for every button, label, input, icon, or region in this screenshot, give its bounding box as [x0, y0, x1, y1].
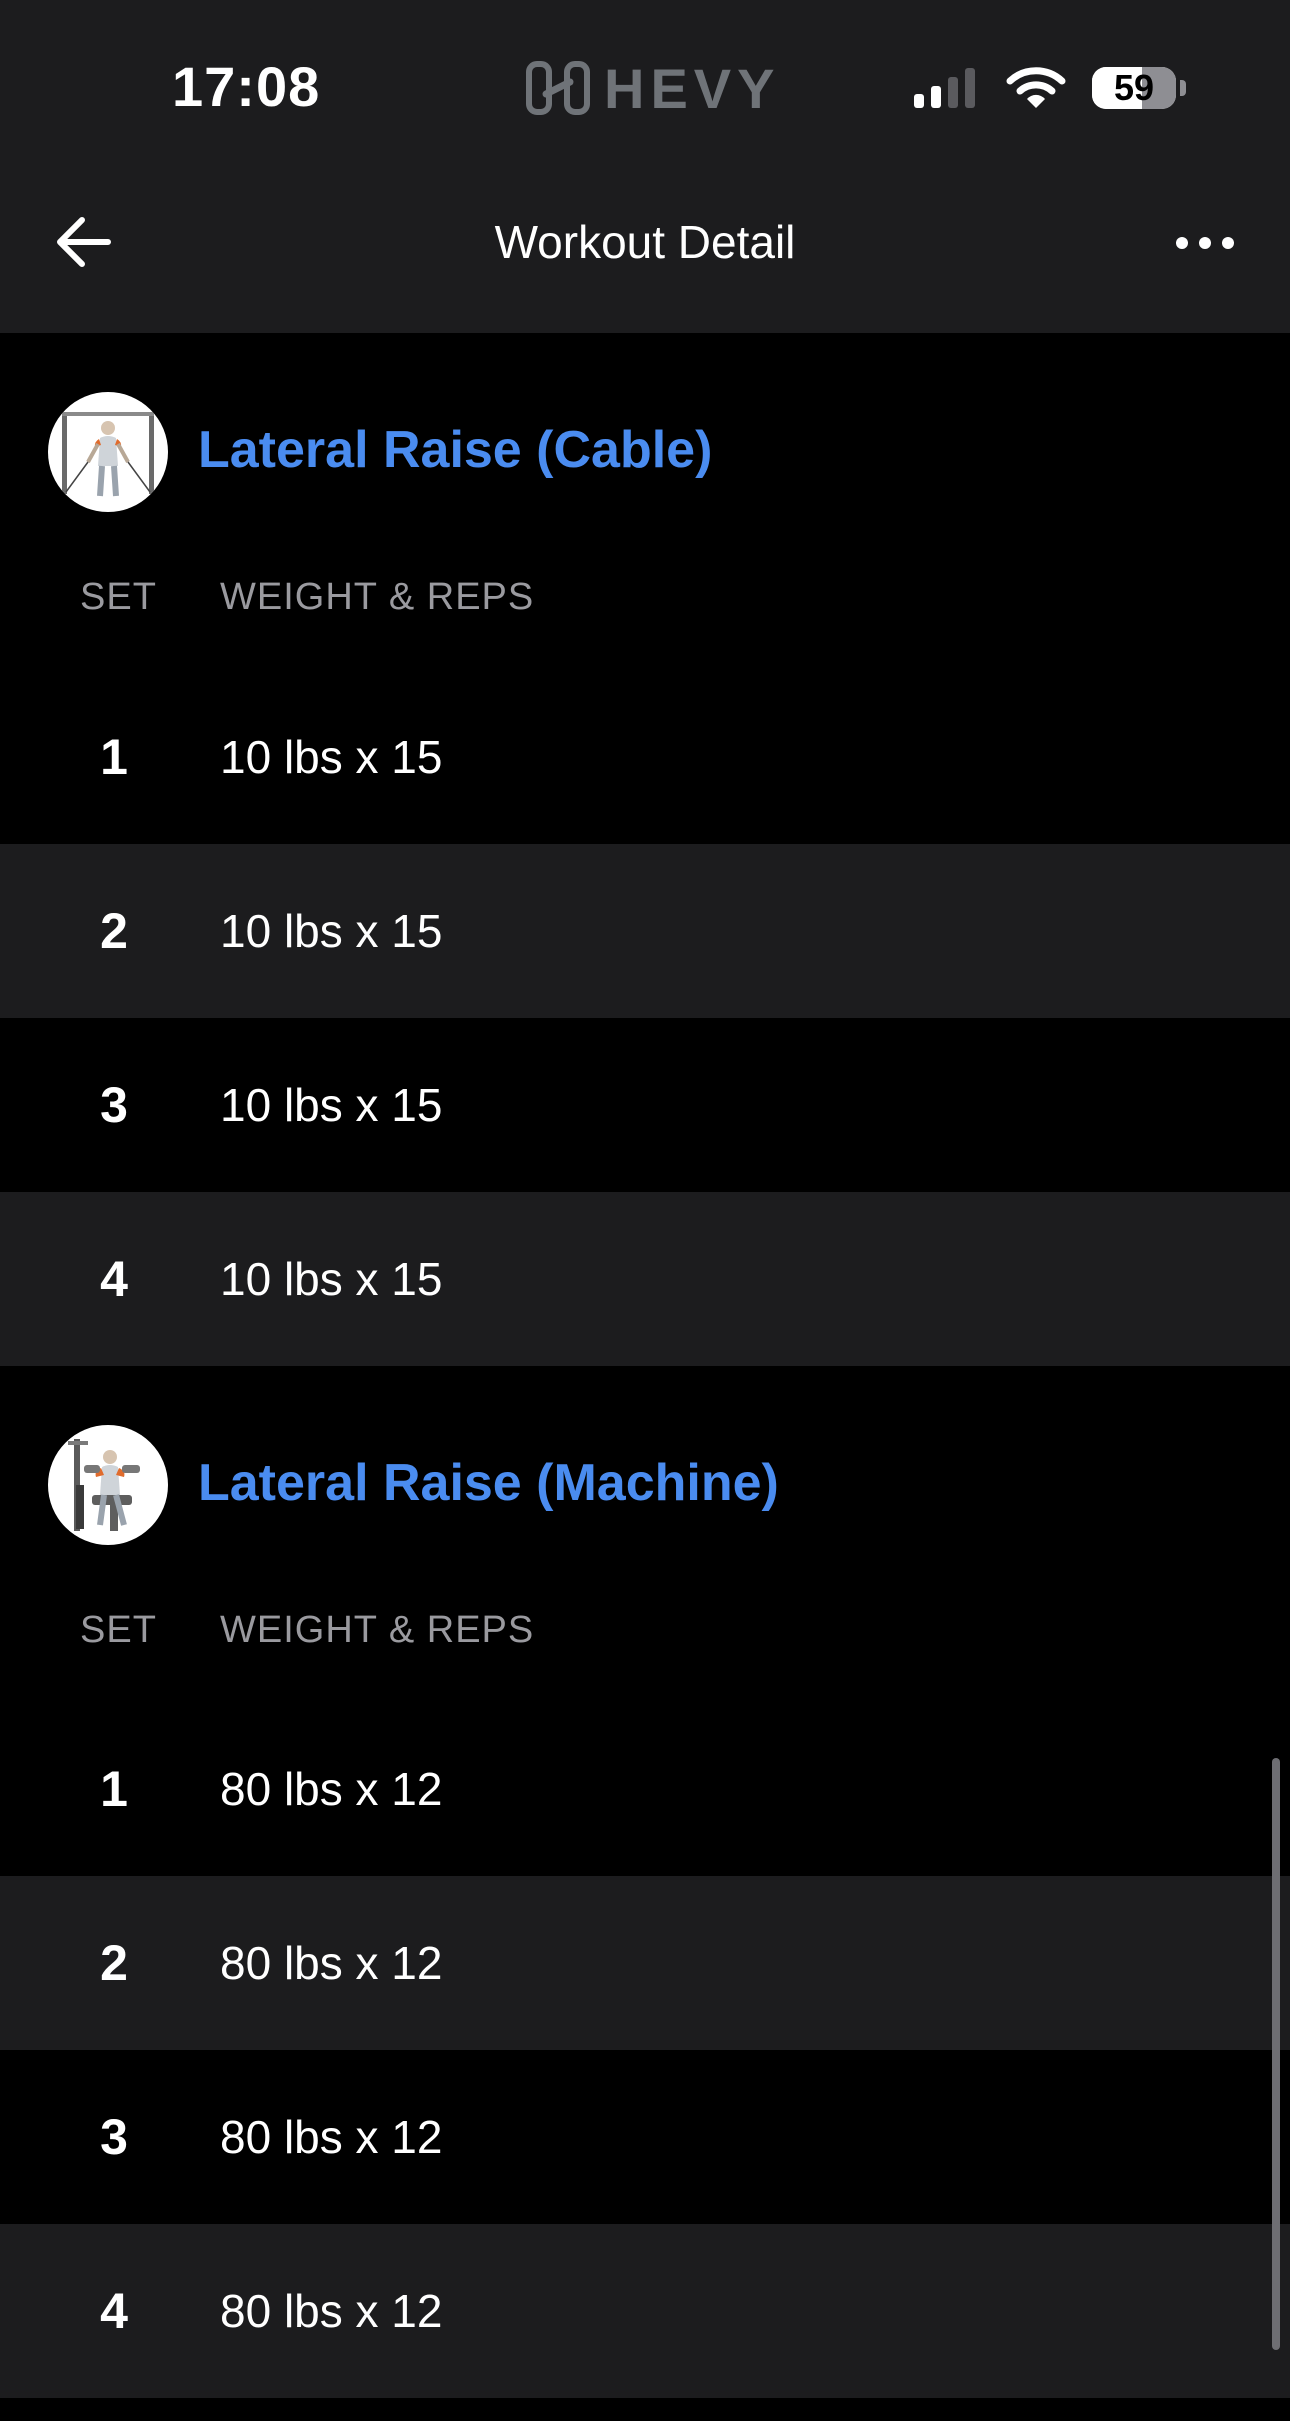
- column-header-weight-reps: WEIGHT & REPS: [220, 1609, 535, 1651]
- column-header-set: SET: [80, 1609, 157, 1651]
- vertical-scrollbar[interactable]: [1272, 1758, 1280, 2350]
- set-row: 2 10 lbs x 15: [0, 844, 1290, 1018]
- cellular-signal-icon: [914, 68, 975, 108]
- cable-lateral-raise-illustration[interactable]: [48, 392, 168, 512]
- set-row: 4 80 lbs x 12: [0, 2224, 1290, 2398]
- set-row: 2 80 lbs x 12: [0, 1876, 1290, 2050]
- set-row: 4 10 lbs x 15: [0, 1192, 1290, 1366]
- column-header-weight-reps: WEIGHT & REPS: [220, 576, 535, 618]
- exercise-header: Lateral Raise (Machine): [0, 1400, 1290, 1550]
- set-number: 3: [100, 2109, 128, 2165]
- set-row: 1 10 lbs x 15: [0, 670, 1290, 844]
- set-number: 4: [100, 1251, 128, 1307]
- weight-reps-value: 10 lbs x 15: [220, 1079, 443, 1131]
- status-time: 17:08: [172, 55, 321, 118]
- weight-reps-value: 10 lbs x 15: [220, 731, 443, 783]
- set-number: 1: [100, 729, 128, 785]
- exercise-title[interactable]: Lateral Raise (Machine): [198, 1443, 779, 1523]
- set-row: 1 80 lbs x 12: [0, 1702, 1290, 1876]
- set-row: 3 10 lbs x 15: [0, 1018, 1290, 1192]
- weight-reps-value: 10 lbs x 15: [220, 905, 443, 957]
- status-icons: 59: [910, 58, 1186, 118]
- column-header-set: SET: [80, 576, 157, 618]
- app-logo: HEVY: [526, 56, 781, 120]
- battery-level: 59: [1113, 67, 1155, 108]
- more-options-button[interactable]: [1170, 215, 1240, 271]
- set-number: 4: [100, 2283, 128, 2339]
- battery-icon: 59: [1092, 67, 1186, 109]
- weight-reps-value: 80 lbs x 12: [220, 2285, 443, 2337]
- wifi-icon: [1006, 67, 1066, 108]
- weight-reps-value: 80 lbs x 12: [220, 1763, 443, 1815]
- exercise-title[interactable]: Lateral Raise (Cable): [198, 410, 712, 490]
- hevy-logo-icon: [526, 61, 590, 115]
- weight-reps-value: 80 lbs x 12: [220, 2111, 443, 2163]
- set-number: 1: [100, 1761, 128, 1817]
- page-title: Workout Detail: [494, 216, 796, 268]
- sets-column-headers: SET WEIGHT & REPS: [0, 567, 1290, 627]
- set-number: 2: [100, 1935, 128, 1991]
- weight-reps-value: 80 lbs x 12: [220, 1937, 443, 1989]
- top-bar: 17:08 HEVY 59 Workout Detail: [0, 0, 1290, 333]
- app-logo-text: HEVY: [604, 56, 781, 120]
- exercise-header: Lateral Raise (Cable): [0, 367, 1290, 517]
- set-number: 2: [100, 903, 128, 959]
- more-horizontal-icon: [1176, 237, 1234, 249]
- machine-lateral-raise-illustration[interactable]: [48, 1425, 168, 1545]
- weight-reps-value: 10 lbs x 15: [220, 1253, 443, 1305]
- battery-cap: [1180, 80, 1186, 96]
- set-row: 3 80 lbs x 12: [0, 2050, 1290, 2224]
- set-number: 3: [100, 1077, 128, 1133]
- sets-column-headers: SET WEIGHT & REPS: [0, 1600, 1290, 1660]
